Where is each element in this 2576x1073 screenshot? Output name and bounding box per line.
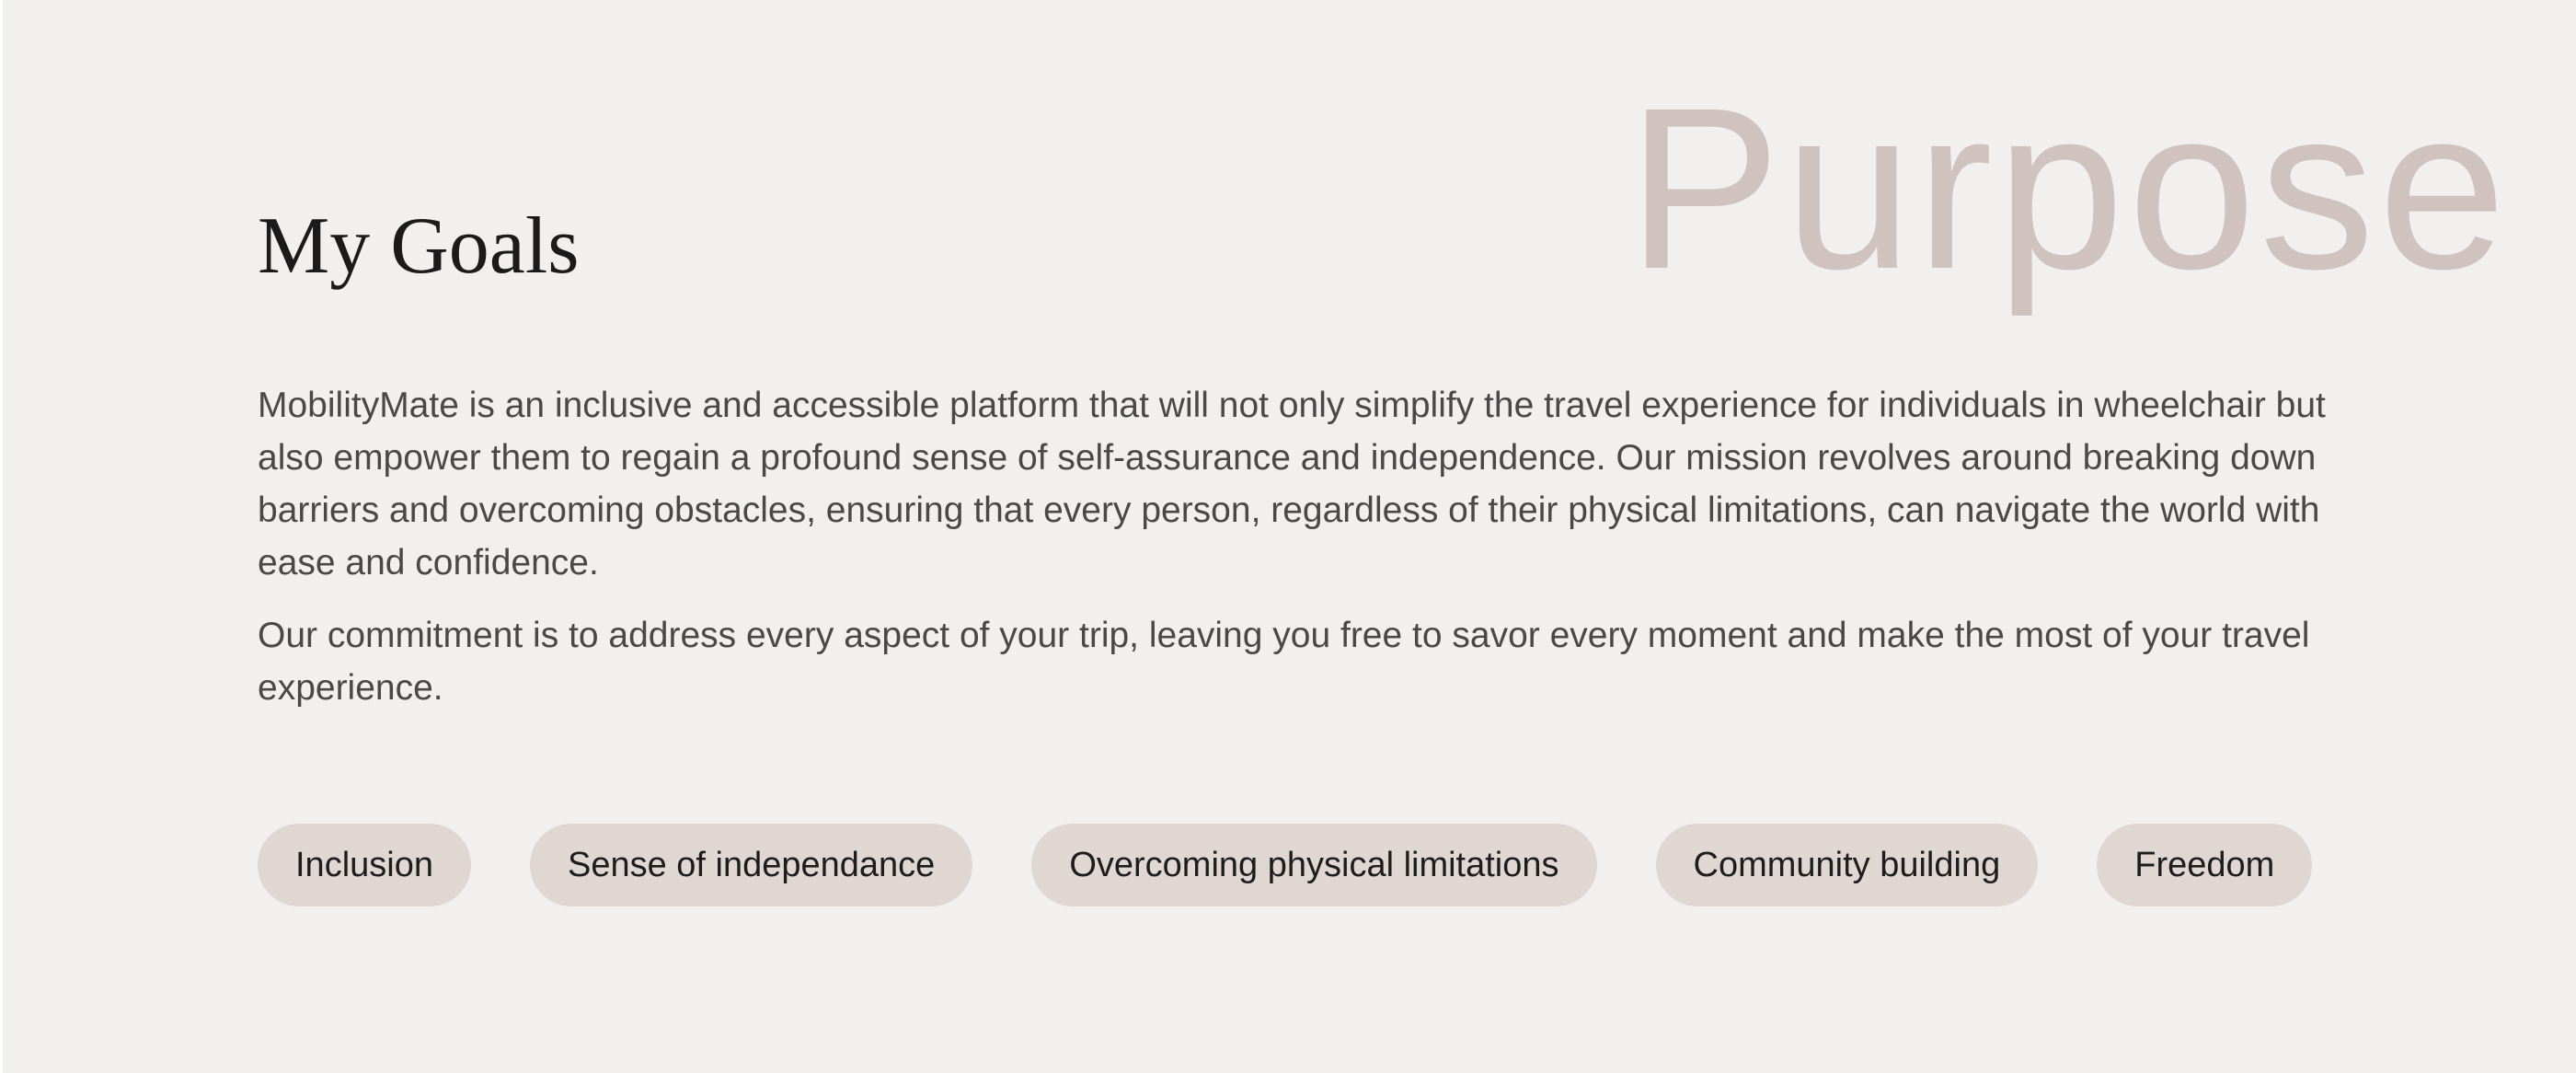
left-edge-divider — [0, 0, 3, 1073]
tag-freedom[interactable]: Freedom — [2097, 824, 2313, 906]
body-paragraph-2: Our commitment is to address every aspec… — [258, 615, 2310, 708]
tag-community-building[interactable]: Community building — [1655, 824, 2039, 906]
goal-tags: Inclusion Sense of independance Overcomi… — [258, 824, 2313, 906]
body-paragraph-1: MobilityMate is an inclusive and accessi… — [258, 385, 2326, 583]
tag-sense-of-independance[interactable]: Sense of independance — [529, 824, 973, 906]
tag-overcoming-physical-limitations[interactable]: Overcoming physical limitations — [1031, 824, 1597, 906]
section-body: MobilityMate is an inclusive and accessi… — [258, 379, 2337, 714]
goals-section: My Goals MobilityMate is an inclusive an… — [258, 202, 2337, 734]
section-title: My Goals — [258, 202, 580, 291]
tag-inclusion[interactable]: Inclusion — [258, 824, 471, 906]
